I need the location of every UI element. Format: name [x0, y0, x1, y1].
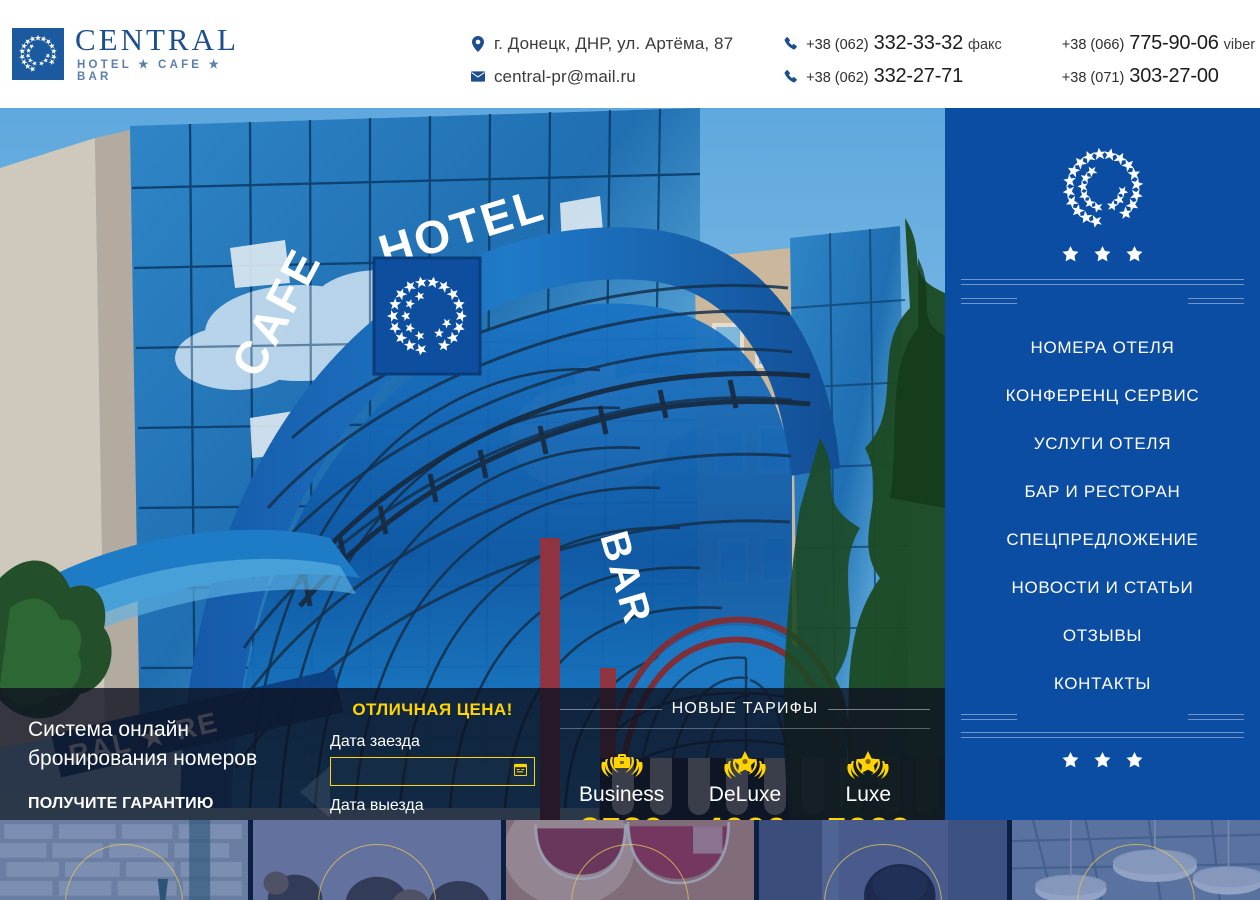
tariff-price: 5000: [807, 812, 930, 820]
sidebar-nav: НОМЕРА ОТЕЛЯ КОНФЕРЕНЦ СЕРВИС УСЛУГИ ОТЕ…: [945, 108, 1260, 820]
sidebar-item-contacts[interactable]: КОНТАКТЫ: [945, 660, 1260, 708]
laurel-star-icon: [807, 749, 930, 781]
star-icon: [1094, 246, 1111, 262]
phone-row-3[interactable]: +38 (066) 775-90-06 viber: [1062, 27, 1255, 60]
thumbnail-wine-glasses[interactable]: [506, 820, 754, 900]
phone-1-number: 332-33-32: [873, 32, 964, 54]
sidebar-divider-top: [961, 279, 1244, 304]
phone-4[interactable]: +38 (071) 303-27-00: [1062, 65, 1224, 88]
thumbnail-guest-portrait[interactable]: [759, 820, 1007, 900]
thumbnail-strip: [0, 820, 1260, 900]
tariff-name: DeLuxe: [708, 783, 782, 806]
tariffs-header: НОВЫЕ ТАРИФЫ: [560, 700, 930, 718]
phone-2-number: 332-27-71: [873, 65, 964, 87]
star-icon: [1062, 246, 1079, 262]
booking-headline-line1: Система онлайн: [28, 718, 189, 741]
tariffs-rule-left: [560, 708, 662, 710]
thumbnail-conference-audience[interactable]: [253, 820, 501, 900]
central-c-stars-logo-icon: [1062, 147, 1143, 228]
checkin-label: Дата заезда: [330, 733, 420, 750]
booking-bar: Система онлайн бронирования номеров ПОЛУ…: [0, 688, 945, 820]
tariff-name: Luxe: [845, 783, 892, 806]
sidebar-item-special[interactable]: СПЕЦПРЕДЛОЖЕНИЕ: [945, 516, 1260, 564]
star-icon: [1126, 752, 1143, 768]
star-icon: [1062, 752, 1079, 768]
thumbnail-restaurant-lamps[interactable]: [1012, 820, 1260, 900]
tariffs-rule-right: [828, 708, 930, 710]
phone-4-prefix: +38 (071): [1061, 70, 1125, 86]
logo-tagline: HOTEL ★ CAFE ★ BAR: [77, 59, 223, 83]
sidebar-star-rating-top: [945, 246, 1260, 262]
sidebar-item-conference[interactable]: КОНФЕРЕНЦ СЕРВИС: [945, 372, 1260, 420]
tariff-card-luxe[interactable]: Luxe 5000 руб: [807, 749, 930, 820]
tariff-price: 2520: [560, 812, 683, 820]
laurel-star-icon: [683, 749, 806, 781]
logo-name: CENTRAL: [75, 22, 239, 57]
hero-banner: CAFE HOTEL BAR Система онлайн бронирован…: [0, 108, 945, 820]
tariff-card-business[interactable]: Business 2520 руб: [560, 749, 683, 820]
tariffs-title: НОВЫЕ ТАРИФЫ: [671, 700, 819, 717]
phone-1-prefix: +38 (062): [806, 37, 869, 53]
hotel-homepage: CENTRAL HOTEL ★ CAFE ★ BAR г. Донецк, ДН…: [0, 0, 1260, 900]
phone-icon: [783, 37, 797, 50]
address-row: г. Донецк, ДНР, ул. Артёма, 87: [471, 27, 733, 60]
phone-row-4[interactable]: +38 (071) 303-27-00: [1062, 60, 1255, 93]
sidebar-divider-bottom: [961, 714, 1244, 738]
tariff-price: 4000: [683, 812, 806, 820]
phone-3-prefix: +38 (066): [1061, 37, 1125, 53]
tariff-card-deluxe[interactable]: DeLuxe 4000 руб: [683, 749, 806, 820]
calendar-icon[interactable]: [513, 763, 528, 781]
tariffs-section: НОВЫЕ ТАРИФЫ Business DeLuxe Luxe: [560, 700, 930, 820]
sidebar-item-news[interactable]: НОВОСТИ И СТАТЬИ: [945, 564, 1260, 612]
great-price-label: ОТЛИЧНАЯ ЦЕНА!: [352, 700, 513, 719]
phone-column-mobile: +38 (066) 775-90-06 viber +38 (071) 303-…: [1062, 27, 1255, 93]
phone-1-suffix: факс: [968, 37, 1002, 53]
sidebar-item-rooms[interactable]: НОМЕРА ОТЕЛЯ: [945, 324, 1260, 372]
checkin-input[interactable]: [331, 758, 534, 785]
logo-wordmark: CENTRAL HOTEL ★ CAFE ★ BAR: [75, 24, 239, 83]
central-c-stars-logo-icon: [12, 27, 64, 80]
thumbnail-stone-wall-interior[interactable]: [0, 820, 248, 900]
checkin-field[interactable]: [330, 757, 535, 786]
phone-1[interactable]: +38 (062) 332-33-32 факс: [806, 32, 1002, 55]
star-icon: [1094, 752, 1111, 768]
sidebar-item-reviews[interactable]: ОТЗЫВЫ: [945, 612, 1260, 660]
phone-3[interactable]: +38 (066) 775-90-06 viber: [1062, 32, 1255, 55]
phone-4-number: 303-27-00: [1129, 65, 1219, 87]
site-header: CENTRAL HOTEL ★ CAFE ★ BAR г. Донецк, ДН…: [0, 0, 1260, 108]
booking-form: ОТЛИЧНАЯ ЦЕНА! Дата заезда Дата выезда Н…: [330, 700, 535, 820]
tariffs-divider: [560, 728, 930, 729]
phone-2-prefix: +38 (062): [806, 70, 869, 86]
sidebar-logo[interactable]: [945, 142, 1260, 234]
checkout-label: Дата выезда: [330, 797, 424, 814]
booking-subheadline-line1: ПОЛУЧИТЕ ГАРАНТИЮ ЗАСЕЛЕНИЯ: [28, 794, 214, 820]
phone-icon: [783, 70, 797, 83]
sidebar-star-rating-bottom: [945, 752, 1260, 768]
tariff-name: Business: [579, 783, 665, 806]
phone-row-1[interactable]: +38 (062) 332-33-32 факс: [783, 27, 1002, 60]
sidebar-item-services[interactable]: УСЛУГИ ОТЕЛЯ: [945, 420, 1260, 468]
site-logo[interactable]: CENTRAL HOTEL ★ CAFE ★ BAR: [12, 24, 239, 83]
star-icon: [1126, 246, 1143, 262]
sidebar-item-bar[interactable]: БАР И РЕСТОРАН: [945, 468, 1260, 516]
map-pin-icon: [471, 35, 485, 52]
envelope-icon: [470, 71, 485, 82]
phone-2[interactable]: +38 (062) 332-27-71: [806, 65, 968, 88]
phone-row-2[interactable]: +38 (062) 332-27-71: [783, 60, 1002, 93]
laurel-briefcase-icon: [560, 749, 683, 781]
booking-headline-line2: бронирования номеров: [28, 746, 258, 770]
address-text: г. Донецк, ДНР, ул. Артёма, 87: [493, 33, 734, 53]
contact-address-column: г. Донецк, ДНР, ул. Артёма, 87 central-p…: [470, 27, 733, 93]
sidebar-menu: НОМЕРА ОТЕЛЯ КОНФЕРЕНЦ СЕРВИС УСЛУГИ ОТЕ…: [945, 324, 1260, 708]
email-text[interactable]: central-pr@mail.ru: [494, 67, 636, 87]
phone-column-primary: +38 (062) 332-33-32 факс +38 (062) 332-2…: [783, 27, 1002, 93]
tariffs-grid: Business 2520 руб: [560, 749, 930, 820]
booking-headline: Система онлайн бронирования номеров ПОЛУ…: [28, 716, 318, 820]
phone-3-number: 775-90-06: [1129, 32, 1219, 54]
email-row[interactable]: central-pr@mail.ru: [470, 60, 733, 93]
phone-3-suffix: viber: [1223, 37, 1256, 53]
